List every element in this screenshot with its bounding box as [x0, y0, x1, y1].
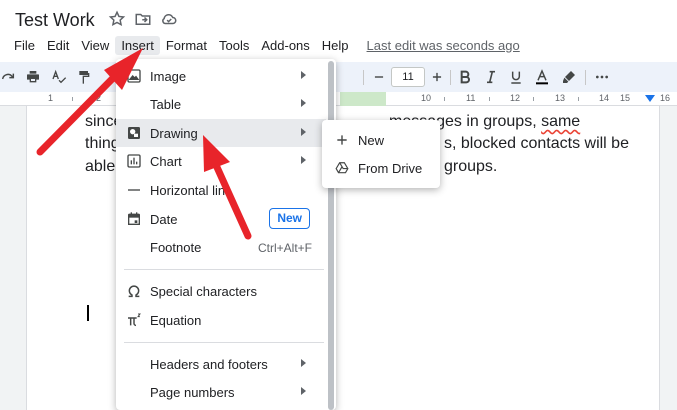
menu-item-headers-and-footers[interactable]: Headers and footers — [116, 350, 326, 378]
text-color-icon[interactable] — [533, 68, 551, 86]
ruler-label: 14 — [599, 93, 610, 103]
last-edit-link[interactable]: Last edit was seconds ago — [367, 38, 520, 53]
chart-icon — [126, 153, 142, 169]
menu-add-ons[interactable]: Add-ons — [255, 36, 315, 55]
toolbar-divider — [363, 70, 364, 85]
submenu-item-new[interactable]: New — [322, 127, 440, 153]
ruler-tick — [533, 97, 534, 101]
ruler-label: 16 — [660, 93, 671, 103]
submenu-arrow-icon — [301, 359, 306, 367]
text-cursor — [87, 305, 89, 321]
menu-item-chart[interactable]: Chart — [116, 147, 326, 175]
menu-item-equation[interactable]: Equation — [116, 306, 326, 334]
menu-scrollbar[interactable] — [328, 61, 334, 410]
line-start-text: thing — [85, 135, 120, 152]
menu-bar: File Edit View Insert Format Tools Add-o… — [8, 35, 520, 55]
menu-item-image[interactable]: Image — [116, 62, 326, 90]
menu-tools[interactable]: Tools — [213, 36, 255, 55]
footnote-shortcut: Ctrl+Alt+F — [257, 241, 312, 255]
misspelled-word[interactable]: same — [541, 113, 580, 130]
menu-insert[interactable]: Insert — [115, 35, 160, 55]
drawing-icon — [126, 125, 142, 141]
increase-font-size-icon[interactable] — [430, 68, 444, 86]
horizontal-line-icon — [126, 182, 142, 198]
submenu-arrow-icon — [301, 99, 306, 107]
menu-edit[interactable]: Edit — [41, 36, 75, 55]
redo-icon[interactable] — [0, 68, 16, 86]
ruler-label: 1 — [48, 93, 54, 103]
decrease-font-size-icon[interactable] — [372, 68, 386, 86]
star-icon[interactable] — [108, 10, 126, 28]
menu-help[interactable]: Help — [316, 36, 355, 55]
calendar-icon — [126, 211, 142, 227]
menu-item-table[interactable]: Table — [116, 90, 326, 118]
submenu-arrow-icon — [301, 156, 306, 164]
document-line: able — [85, 156, 115, 178]
font-size-input[interactable]: 11 — [391, 67, 425, 87]
menu-item-special-characters[interactable]: Special characters — [116, 277, 326, 305]
toolbar-divider — [585, 70, 586, 85]
menu-item-date[interactable]: Date New — [116, 205, 326, 233]
move-to-folder-icon[interactable] — [134, 10, 152, 28]
ruler-tick — [578, 97, 579, 101]
underline-icon[interactable] — [508, 68, 524, 86]
menu-item-page-numbers[interactable]: Page numbers — [116, 378, 326, 406]
ruler-label: 10 — [421, 93, 432, 103]
right-indent-marker[interactable] — [645, 95, 655, 102]
menu-separator — [124, 342, 324, 343]
line-end-text: groups. — [444, 158, 498, 175]
ruler-label: 2 — [96, 93, 102, 103]
ruler-label: 12 — [510, 93, 521, 103]
menu-format[interactable]: Format — [160, 36, 213, 55]
pi-icon — [126, 312, 142, 328]
submenu-arrow-icon — [301, 71, 306, 79]
drawing-submenu: New From Drive — [322, 120, 440, 188]
image-icon — [126, 68, 142, 84]
header-bar: Test Work File Edit View Insert Format T… — [0, 0, 677, 62]
google-drive-icon — [335, 161, 349, 175]
insert-menu: Image Table Drawing Chart Horizontal lin… — [116, 59, 336, 410]
document-line: thing — [85, 133, 120, 155]
submenu-item-from-drive[interactable]: From Drive — [322, 155, 440, 181]
print-icon[interactable] — [24, 68, 42, 86]
ruler-tick — [489, 97, 490, 101]
line-end-text: s, blocked contacts will be — [444, 135, 629, 152]
menu-view[interactable]: View — [75, 36, 115, 55]
ruler: 1 2 10 11 12 13 14 15 16 — [0, 92, 677, 106]
highlight-color-icon[interactable] — [561, 68, 577, 86]
menu-item-footnote[interactable]: Footnote Ctrl+Alt+F — [116, 233, 326, 261]
toolbar: 11 — [0, 62, 677, 92]
ruler-label: 13 — [555, 93, 566, 103]
ruler-label: 11 — [466, 93, 476, 103]
ruler-tick — [72, 97, 73, 101]
submenu-arrow-icon — [301, 128, 306, 136]
document-line: groups. — [444, 156, 497, 178]
document-line: s, blocked contacts will be — [444, 133, 629, 155]
menu-item-drawing[interactable]: Drawing — [116, 119, 326, 147]
new-badge: New — [269, 208, 310, 229]
paint-format-icon[interactable] — [76, 68, 92, 86]
ruler-tick — [444, 97, 445, 101]
toolbar-divider — [450, 70, 451, 85]
cloud-status-icon[interactable] — [160, 10, 178, 28]
bold-icon[interactable] — [457, 68, 473, 86]
submenu-arrow-icon — [301, 387, 306, 395]
menu-file[interactable]: File — [8, 36, 41, 55]
more-options-icon[interactable] — [594, 68, 610, 86]
ruler-label: 15 — [620, 93, 631, 103]
plus-icon — [335, 133, 349, 147]
line-start-text: able — [85, 158, 116, 175]
italic-icon[interactable] — [483, 68, 499, 86]
ruler-margin-highlight — [340, 92, 386, 106]
omega-icon — [126, 283, 142, 299]
menu-item-horizontal-line[interactable]: Horizontal lin — [116, 176, 326, 204]
spellcheck-icon[interactable] — [50, 68, 68, 86]
document-title[interactable]: Test Work — [15, 10, 95, 31]
menu-separator — [124, 269, 324, 270]
